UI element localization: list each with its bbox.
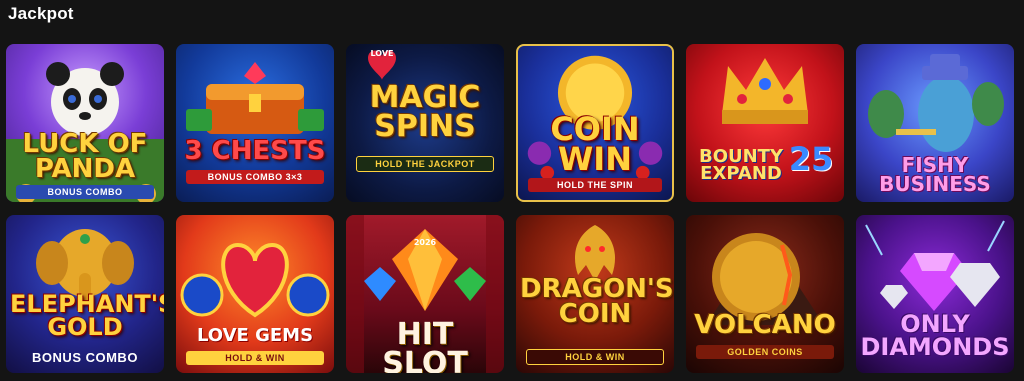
game-subtitle: GOLDEN COINS <box>696 345 834 359</box>
game-title: HIT SLOT <box>382 317 468 374</box>
game-subtitle: HOLD & WIN <box>526 349 664 365</box>
game-subtitle: HOLD & WIN <box>186 351 324 365</box>
game-tile-3-chests[interactable]: 3 CHESTS BONUS COMBO 3×3 <box>176 44 334 202</box>
game-tile-volcano[interactable]: VOLCANO GOLDEN COINS <box>686 215 844 373</box>
game-subtitle: HOLD THE JACKPOT <box>356 156 494 172</box>
game-tile-coin-win[interactable]: COIN WIN HOLD THE SPIN <box>516 44 674 202</box>
game-tile-magic-spins[interactable]: LOVE MAGIC SPINS HOLD THE JACKPOT <box>346 44 504 202</box>
game-title: LOVE GEMS <box>196 325 314 346</box>
game-title: 3 CHESTS <box>184 136 326 166</box>
game-title: FISHY BUSINESS <box>879 153 991 196</box>
badge-label: LOVE <box>370 49 394 58</box>
game-title: DRAGON'S COIN <box>520 274 674 329</box>
game-tile-elephants-gold[interactable]: ELEPHANT'S GOLD BONUS COMBO <box>6 215 164 373</box>
game-tile-luck-of-panda[interactable]: LUCK OF PANDA BONUS COMBO <box>6 44 164 202</box>
game-tile-fishy-business[interactable]: FISHY BUSINESS <box>856 44 1014 202</box>
game-title: LUCK OF PANDA <box>22 129 148 184</box>
gem-heart-icon <box>180 242 330 318</box>
game-title: VOLCANO <box>694 310 836 340</box>
game-grid: LUCK OF PANDA BONUS COMBO 3 CHESTS BONUS… <box>6 44 1014 373</box>
section-title: Jackpot <box>8 4 74 23</box>
game-title: ELEPHANT'S GOLD <box>10 290 164 341</box>
game-subtitle: BONUS COMBO <box>16 185 154 199</box>
game-tile-dragons-coin[interactable]: DRAGON'S COIN HOLD & WIN <box>516 215 674 373</box>
game-subtitle: 25 <box>788 140 834 178</box>
game-title: BOUNTY EXPAND <box>698 146 783 185</box>
game-subtitle: 2026 <box>413 238 437 247</box>
game-title: MAGIC SPINS <box>369 80 481 144</box>
game-subtitle: BONUS COMBO <box>32 350 138 365</box>
game-subtitle: BONUS COMBO 3×3 <box>186 170 324 184</box>
game-subtitle: HOLD THE SPIN <box>528 178 662 192</box>
game-title: ONLY DIAMONDS <box>860 310 1010 361</box>
game-tile-only-diamonds[interactable]: ONLY DIAMONDS <box>856 215 1014 373</box>
game-title: COIN WIN <box>550 110 640 179</box>
game-tile-hit-slot[interactable]: 2026 HIT SLOT <box>346 215 504 373</box>
game-tile-bounty-expand[interactable]: BOUNTY EXPAND 25 <box>686 44 844 202</box>
game-tile-love-gems[interactable]: LOVE GEMS HOLD & WIN <box>176 215 334 373</box>
